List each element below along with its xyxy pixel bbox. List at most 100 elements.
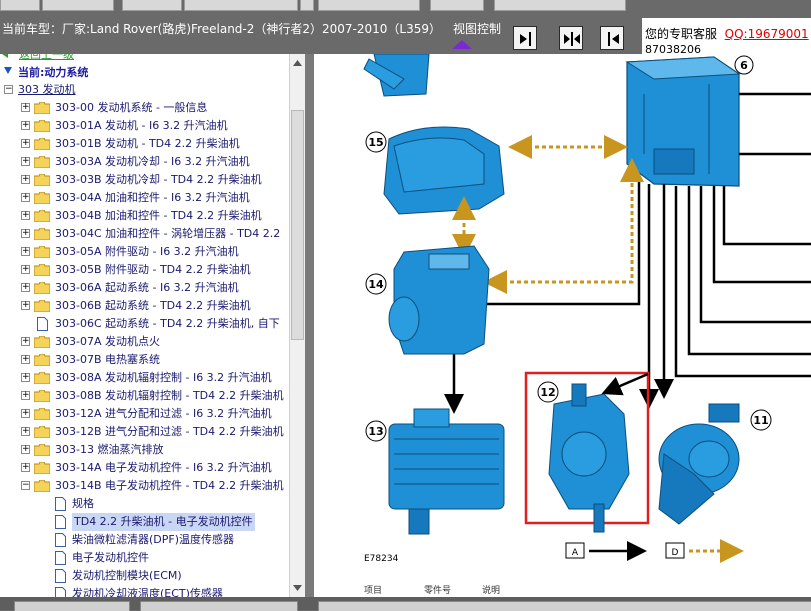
view-expand-right-button[interactable]	[513, 26, 537, 50]
tree-item-label: 303-12B 进气分配和过滤 - TD4 2.2 升柴油机	[55, 425, 284, 438]
tree-child-label: TD4 2.2 升柴油机 - 电子发动机控件	[72, 513, 255, 531]
document-icon	[37, 317, 48, 331]
tree-item-label: 303-06A 起动系统 - I6 3.2 升汽油机	[55, 281, 239, 294]
back-link[interactable]: 返回上一级	[19, 54, 74, 62]
expand-icon[interactable]: +	[21, 229, 30, 238]
collapse-icon[interactable]: −	[21, 481, 30, 490]
expand-icon[interactable]: +	[21, 427, 30, 436]
column-part-number: 零件号	[424, 584, 451, 596]
toolbar-tab-3[interactable]	[122, 0, 182, 11]
expand-icon[interactable]: +	[21, 355, 30, 364]
expand-icon[interactable]: +	[21, 373, 30, 382]
tree-item-label: 303-01B 发动机 - TD4 2.2 升柴油机	[55, 137, 240, 150]
expand-icon[interactable]: +	[21, 301, 30, 310]
collapse-icon[interactable]: −	[4, 85, 13, 94]
service-panel: 您的专职客服 QQ:19679001 87038206	[642, 18, 811, 54]
tree-child-label: 电子发动机控件	[72, 551, 149, 564]
scroll-down-icon[interactable]	[291, 581, 304, 595]
view-split-button[interactable]	[559, 26, 583, 50]
expand-icon[interactable]: +	[21, 103, 30, 112]
qq-link[interactable]: QQ:19679001	[725, 27, 809, 41]
expand-icon[interactable]: +	[21, 121, 30, 130]
expand-icon[interactable]: +	[21, 139, 30, 148]
expand-icon[interactable]: +	[21, 265, 30, 274]
folder-icon	[33, 209, 51, 223]
expand-icon[interactable]: +	[21, 193, 30, 202]
diagram-svg: 6 15 14 13 12 11 E78234 A D 项目 零件号 说明	[363, 54, 811, 596]
panel-divider[interactable]	[305, 54, 314, 597]
folder-icon	[33, 443, 51, 457]
current-icon	[4, 65, 14, 75]
expand-icon[interactable]: +	[21, 175, 30, 184]
folder-icon	[33, 281, 51, 295]
toolbar-tab-6[interactable]	[318, 0, 420, 11]
part-top-left	[363, 54, 430, 97]
part-15-cluster	[383, 126, 505, 215]
toolbar-tab-4[interactable]	[184, 0, 298, 11]
tree-child-label: 规格	[72, 497, 94, 510]
diagram-panel: 6 15 14 13 12 11 E78234 A D 项目 零件号 说明	[314, 54, 811, 597]
tree-item-label: 303-03B 发动机冷却 - TD4 2.2 升柴油机	[55, 173, 262, 186]
expand-icon[interactable]: +	[21, 409, 30, 418]
folder-icon	[33, 227, 51, 241]
tree-item-label: 303-12A 进气分配和过滤 - I6 3.2 升汽油机	[55, 407, 272, 420]
toolbar-tab-5[interactable]	[300, 0, 314, 11]
folder-icon	[33, 335, 51, 349]
scroll-thumb[interactable]	[291, 110, 304, 340]
tree-item-label: 303-07B 电热塞系统	[55, 353, 161, 366]
legend-d-label: D	[672, 548, 679, 558]
tree-item-label: 303-04C 加油和控件 - 涡轮增压器 - TD4 2.2	[55, 227, 281, 240]
expand-icon[interactable]: +	[21, 463, 30, 472]
tree-item-label: 303-05A 附件驱动 - I6 3.2 升汽油机	[55, 245, 239, 258]
document-icon	[55, 569, 66, 583]
current-section-label: 当前:动力系统	[18, 66, 89, 79]
expand-icon[interactable]: +	[21, 445, 30, 454]
tree-item-label: 303-06C 起动系统 - TD4 2.2 升柴油机, 自下	[55, 317, 280, 330]
tree-child-label: 柴油微粒滤清器(DPF)温度传感器	[72, 533, 235, 546]
tree-item-label: 303-00 发动机系统 - 一般信息	[55, 101, 208, 114]
expand-icon[interactable]: +	[21, 337, 30, 346]
service-phone: 87038206	[645, 43, 701, 54]
toolbar-tab-7[interactable]	[430, 0, 484, 11]
tree-scrollbar[interactable]	[289, 54, 305, 597]
folder-icon	[33, 425, 51, 439]
scroll-up-icon[interactable]	[291, 56, 304, 70]
tree-item-label: 303-14B 电子发动机控件 - TD4 2.2 升柴油机	[55, 479, 284, 492]
expand-icon[interactable]: +	[21, 391, 30, 400]
expand-icon[interactable]: +	[21, 157, 30, 166]
document-icon	[55, 551, 66, 565]
document-icon	[55, 497, 66, 511]
folder-icon	[33, 371, 51, 385]
callout-13: 13	[368, 425, 383, 438]
figure-ref: E78234	[364, 554, 399, 564]
part-11-turbo	[658, 403, 740, 525]
tree-node-label: 303 发动机	[18, 83, 76, 96]
toolbar-tab-2[interactable]	[42, 0, 114, 11]
callout-12: 12	[540, 386, 555, 399]
view-arrow-icon	[452, 40, 472, 49]
part-14-abs	[388, 245, 490, 355]
folder-icon	[33, 407, 51, 421]
expand-icon[interactable]: +	[21, 211, 30, 220]
folder-icon	[33, 155, 51, 169]
vehicle-title: 当前车型：厂家:Land Rover(路虎)Freeland-2（神行者2）20…	[2, 22, 442, 36]
tree-item-label: 303-04B 加油和控件 - TD4 2.2 升柴油机	[55, 209, 262, 222]
legend-a-label: A	[572, 548, 579, 558]
navigation-tree: 返回上一级 当前:动力系统 − 303 发动机 +303-00 发动机系统 - …	[0, 54, 289, 597]
tree-item-label: 303-08A 发动机辐射控制 - I6 3.2 升汽油机	[55, 371, 272, 384]
back-arrow-icon	[2, 54, 14, 58]
view-expand-left-button[interactable]	[600, 26, 624, 50]
tree-item-label: 303-06B 起动系统 - TD4 2.2 升柴油机	[55, 299, 251, 312]
expand-icon[interactable]: +	[21, 283, 30, 292]
tree-item-label: 303-04A 加油和控件 - I6 3.2 升汽油机	[55, 191, 250, 204]
tree-child-label: 发动机控制模块(ECM)	[72, 569, 182, 582]
top-toolbar: 当前车型：厂家:Land Rover(路虎)Freeland-2（神行者2）20…	[0, 0, 811, 54]
toolbar-tab-8[interactable]	[494, 0, 626, 11]
tree-item-label: 303-14A 电子发动机控件 - I6 3.2 升汽油机	[55, 461, 272, 474]
tree-child-label: 发动机冷却液温度(ECT)传感器	[72, 587, 223, 597]
toolbar-tab-1[interactable]	[0, 0, 40, 11]
tree-item-label: 303-07A 发动机点火	[55, 335, 160, 348]
folder-icon	[33, 389, 51, 403]
expand-icon[interactable]: +	[21, 247, 30, 256]
callout-6: 6	[740, 59, 748, 72]
